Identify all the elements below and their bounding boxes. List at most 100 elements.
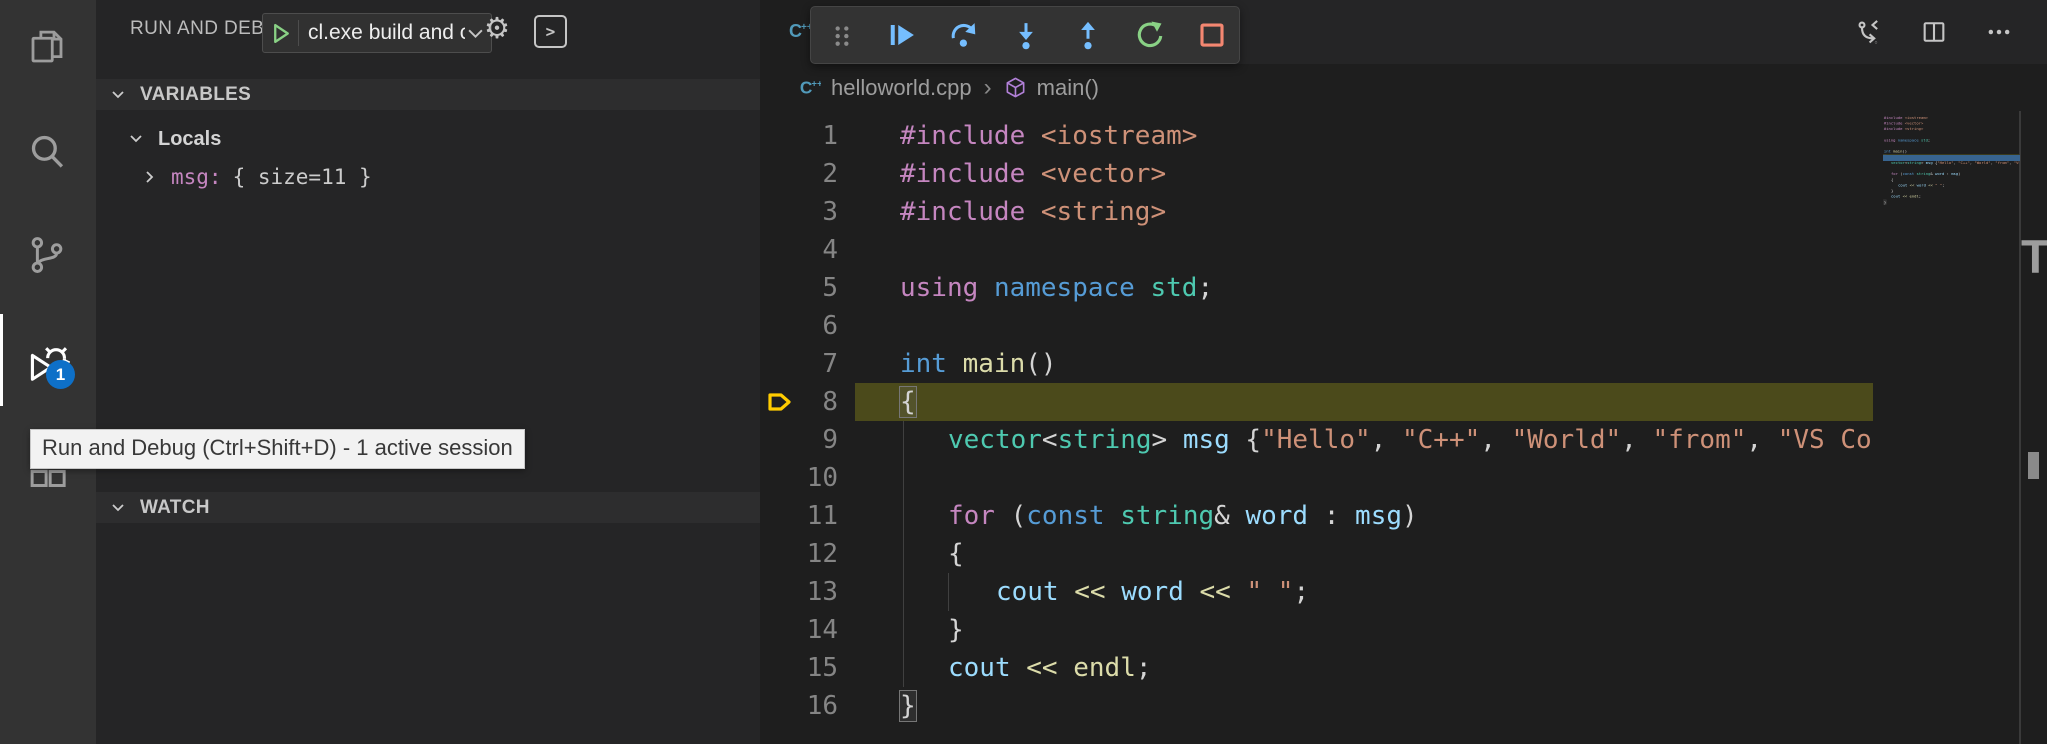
line-number: 13 [760,573,838,611]
code-token [1058,653,1074,683]
variables-section-header[interactable]: VARIABLES [96,79,760,110]
code-token: () [1025,349,1056,379]
continue-button[interactable] [887,20,917,50]
code-token: std [1150,273,1197,303]
right-pane-scrollbar-thumb[interactable] [2028,452,2039,479]
code-line-16[interactable]: 16} [760,687,1873,725]
code-token [978,273,994,303]
code-line-9[interactable]: 9vector<string> msg {"Hello", "C++", "Wo… [760,421,1873,459]
run-and-debug-sidebar: RUN AND DEBUG cl.exe build and c ⚙ > VAR… [96,0,760,744]
launch-config-value[interactable]: cl.exe build and c [299,21,465,45]
code-token: word [1917,183,1926,187]
editor-region: C++ C++ [760,0,2047,744]
cpp-file-icon: C++ [798,76,821,99]
launch-config-dropdown[interactable]: cl.exe build and c [262,13,492,53]
line-number: 3 [760,193,838,231]
second-editor-group[interactable]: T [2021,111,2047,744]
code-token: vector [948,425,1042,455]
code-token: cout [1891,194,1900,198]
code-editor[interactable]: 1#include <iostream>2#include <vector>3#… [760,111,1873,744]
code-token: #include [1884,116,1905,120]
debug-session-badge: 1 [46,360,75,389]
activity-bar-item-source-control[interactable] [26,234,70,278]
breadcrumb-symbol[interactable]: main() [1037,75,1099,101]
code-token: "VS Code [1778,425,1873,455]
code-token: msg [1926,161,1933,165]
activity-bar-item-explorer[interactable] [26,26,70,70]
minimap[interactable]: #include <iostream>#include <vector>#inc… [1883,115,2020,735]
code-token: { [900,387,916,417]
activity-bar-item-search[interactable] [26,130,70,174]
code-line-15[interactable]: 15cout << endl; [760,649,1873,687]
gripper-icon[interactable] [829,22,855,48]
vscode-window: 1 RUN AND DEBUG cl.exe build and c ⚙ > V… [0,0,2047,744]
line-number: 6 [760,307,838,345]
variable-row-msg[interactable]: msg: { size=11 } [96,160,760,194]
chevron-down-icon[interactable] [128,131,144,147]
code-token: int [1884,149,1891,153]
code-token: <iostream> [1041,121,1198,151]
files-icon [26,26,68,68]
run-and-debug-tooltip: Run and Debug (Ctrl+Shift+D) - 1 active … [30,429,525,469]
code-token: <iostream> [1905,116,1928,120]
chevron-down-icon[interactable] [110,500,126,516]
restart-button[interactable] [1135,20,1165,50]
code-token: ; [1136,653,1152,683]
code-token: () [1902,149,1907,153]
code-token: { [1891,177,1893,181]
code-token: , [1371,425,1402,455]
gear-icon[interactable]: ⚙ [484,11,510,46]
line-number: 16 [760,687,838,725]
code-token: endl [1073,653,1136,683]
code-line-14[interactable]: 14} [760,611,1873,649]
breadcrumb-file[interactable]: helloworld.cpp [831,75,972,101]
step-over-button[interactable] [949,20,979,50]
code-token: namespace [1898,138,1919,142]
right-pane-text: T [2021,229,2047,284]
code-token: endl [1910,194,1919,198]
split-editor-icon[interactable] [1920,18,1948,46]
code-line-8[interactable]: 8{ [760,383,1873,421]
code-line-4[interactable]: 4 [760,231,1873,269]
code-token: : [1308,501,1355,531]
code-line-12[interactable]: 12{ [760,535,1873,573]
active-view-indicator [0,314,3,406]
code-line-3[interactable]: 3#include <string> [760,193,1873,231]
step-into-button[interactable] [1011,20,1041,50]
code-line-13[interactable]: 13cout << word << " "; [760,573,1873,611]
code-token: for [948,501,995,531]
code-token: for [1891,172,1898,176]
code-line-7[interactable]: 7int main() [760,345,1873,383]
start-debug-icon[interactable] [263,22,298,45]
breadcrumb: C++ helloworld.cpp › main() [760,64,2047,111]
code-text: using namespace std; [900,269,1213,307]
code-token: "from" [1652,425,1746,455]
code-line-5[interactable]: 5using namespace std; [760,269,1873,307]
code-line-10[interactable]: 10 [760,459,1873,497]
watch-section-header[interactable]: WATCH [96,492,760,523]
code-token: } [900,691,916,721]
watch-section-label: WATCH [140,497,210,519]
swap-arrows-icon[interactable] [1855,18,1883,46]
step-out-button[interactable] [1073,20,1103,50]
debug-console-icon[interactable]: > [534,15,567,48]
line-number: 2 [760,155,838,193]
code-line-1[interactable]: 1#include <iostream> [760,117,1873,155]
code-line-11[interactable]: 11for (const string& word : msg) [760,497,1873,535]
code-token: "from" [1995,161,2009,165]
code-line-6[interactable]: 6 [760,307,1873,345]
code-token [947,349,963,379]
code-token: ; [1197,273,1213,303]
locals-group[interactable]: Locals [96,123,760,155]
code-token: <vector> [1041,159,1166,189]
chevron-right-icon[interactable] [142,169,158,185]
code-token: cout [996,577,1059,607]
code-token: word [1935,172,1944,176]
chevron-down-icon[interactable] [110,87,126,103]
code-token: #include [1884,127,1905,131]
search-icon [26,130,68,172]
more-actions-icon[interactable] [1985,18,2013,46]
stop-button[interactable] [1197,20,1227,50]
code-line-2[interactable]: 2#include <vector> [760,155,1873,193]
debug-toolbar [810,6,1240,64]
